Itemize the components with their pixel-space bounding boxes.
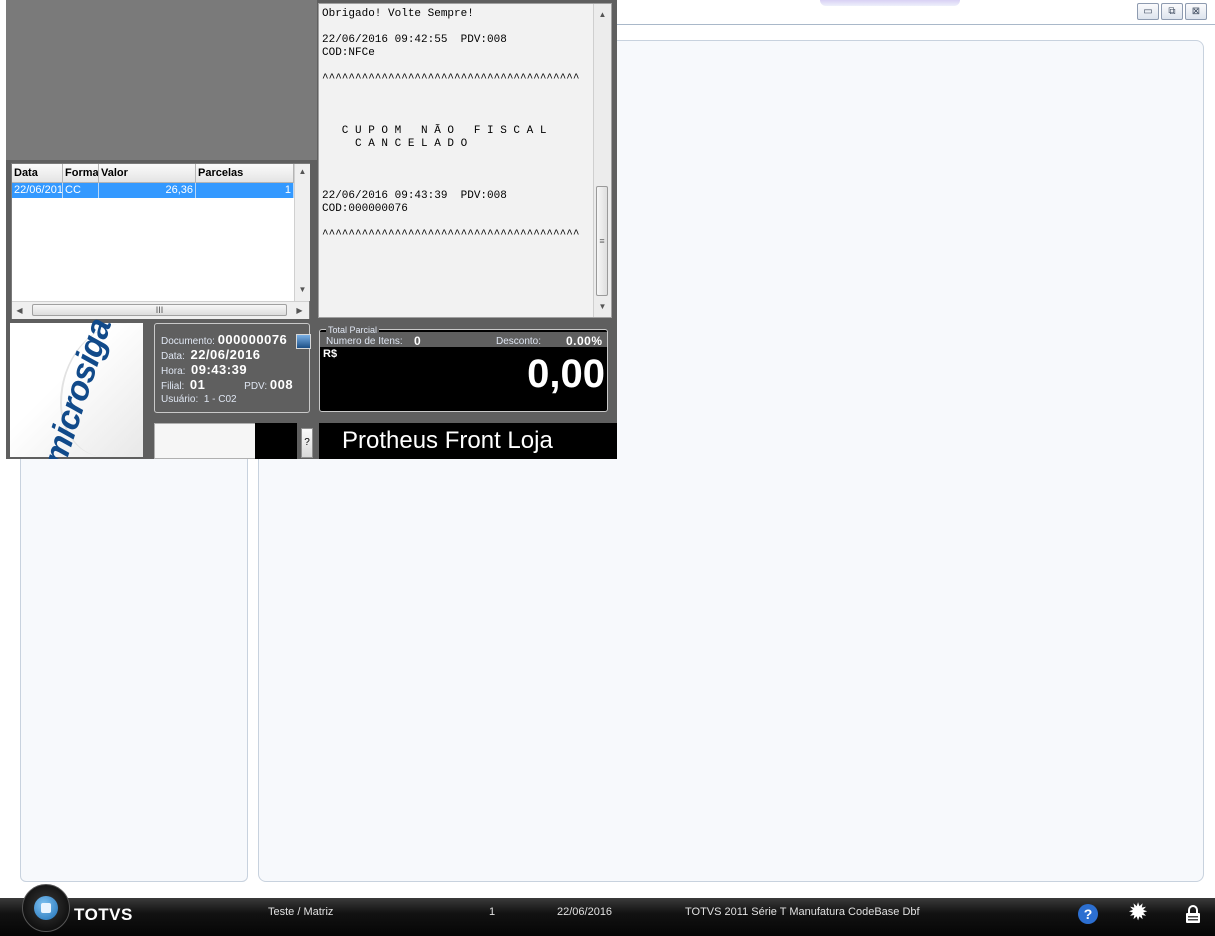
close-button[interactable]: ⊠ xyxy=(1185,3,1207,20)
cell-valor: 26,36 xyxy=(99,183,196,198)
receipt-viewer[interactable]: Obrigado! Volte Sempre! 22/06/2016 09:42… xyxy=(318,3,612,318)
brand-name: TOTVS xyxy=(74,905,133,924)
data-line: Data: 22/06/2016 xyxy=(161,347,261,362)
code-display xyxy=(255,423,297,459)
grid-vertical-scrollbar[interactable]: ▲ ▼ xyxy=(294,164,310,301)
column-valor[interactable]: Valor xyxy=(99,164,196,182)
itens-value: 0 xyxy=(414,334,422,348)
lock-icon[interactable] xyxy=(1185,904,1201,924)
pdv-value: 008 xyxy=(269,377,294,392)
documento-value: 000000076 xyxy=(217,332,288,347)
column-parcelas[interactable]: Parcelas xyxy=(196,164,294,182)
pdv-label: PDV: xyxy=(244,381,268,392)
payments-grid[interactable]: Data Forma Valor Parcelas 22/06/2016 CC … xyxy=(11,163,310,319)
header-divider xyxy=(617,24,1215,25)
scroll-down-icon[interactable]: ▼ xyxy=(295,282,310,297)
grid-header: Data Forma Valor Parcelas xyxy=(12,164,294,183)
desconto-label: Desconto: xyxy=(496,336,542,347)
help-button[interactable]: ? xyxy=(301,428,313,458)
product-label: TOTVS 2011 Série T Manufatura CodeBase D… xyxy=(685,906,920,918)
window-controls: ▭ ⧉ ⊠ xyxy=(1137,3,1207,20)
scroll-right-icon[interactable]: ▶ xyxy=(292,303,307,318)
table-row[interactable]: 22/06/2016 CC 26,36 1 xyxy=(12,183,294,198)
cell-data: 22/06/2016 xyxy=(14,183,63,198)
totvs-logo-icon[interactable] xyxy=(22,884,70,932)
taskbar: TOTVS Teste / Matriz 1 22/06/2016 TOTVS … xyxy=(0,884,1215,936)
grid-horizontal-scrollbar[interactable]: ◀ III ▶ xyxy=(12,301,309,319)
cell-parcelas: 1 xyxy=(196,183,294,198)
hora-value: 09:43:39 xyxy=(191,362,248,377)
data-label: Data: xyxy=(161,351,185,362)
documento-label: Documento: xyxy=(161,336,215,347)
scroll-thumb[interactable]: ≡ xyxy=(596,186,608,296)
date-label: 22/06/2016 xyxy=(557,906,613,918)
scroll-thumb[interactable]: III xyxy=(32,304,287,316)
help-icon[interactable]: ? xyxy=(1078,904,1098,924)
scroll-down-icon[interactable]: ▼ xyxy=(595,299,610,314)
front-loja-window: Data Forma Valor Parcelas 22/06/2016 CC … xyxy=(6,0,617,459)
hora-label: Hora: xyxy=(161,366,186,377)
hora-line: Hora: 09:43:39 xyxy=(161,362,247,377)
restore-button[interactable]: ⧉ xyxy=(1161,3,1183,20)
minimize-button[interactable]: ▭ xyxy=(1137,3,1159,20)
pdv-header-area xyxy=(6,0,317,160)
usuario-line: Usuário: 1 - C02 xyxy=(161,394,237,405)
app-title-bar: Protheus Front Loja xyxy=(319,423,617,459)
receipt-scrollbar[interactable]: ▲ ≡ ▼ xyxy=(593,4,611,317)
data-value: 22/06/2016 xyxy=(190,347,261,362)
receipt-text: Obrigado! Volte Sempre! 22/06/2016 09:42… xyxy=(322,8,580,241)
monitor-icon[interactable] xyxy=(296,334,311,349)
filial-value: 01 xyxy=(189,377,206,392)
documento-line: Documento: 000000076 xyxy=(161,332,287,347)
usuario-value: 1 - C02 xyxy=(203,394,237,405)
document-info-box: Documento: 000000076 Data: 22/06/2016 Ho… xyxy=(154,323,310,413)
totvs-emblem xyxy=(34,896,58,920)
filial-label: Filial: xyxy=(161,381,185,392)
usuario-label: Usuário: xyxy=(161,394,199,405)
total-parcial-box: Numero de Itens: 0 Desconto: 0.00% Total… xyxy=(319,325,608,412)
itens-label: Numero de Itens: xyxy=(326,336,403,347)
currency-label: R$ xyxy=(323,348,338,360)
scroll-left-icon[interactable]: ◀ xyxy=(12,303,27,318)
scroll-up-icon[interactable]: ▲ xyxy=(295,164,310,179)
cell-forma: CC xyxy=(63,183,99,198)
filial-line: Filial: 01 PDV: 008 xyxy=(161,377,293,392)
microsiga-logo: microsiga xyxy=(10,314,143,459)
app-title: Protheus Front Loja xyxy=(342,427,553,454)
scroll-up-icon[interactable]: ▲ xyxy=(595,7,610,22)
column-data[interactable]: Data xyxy=(12,164,63,182)
desconto-value: 0.00% xyxy=(566,334,603,348)
product-code-input[interactable] xyxy=(154,423,256,459)
module-label: 1 xyxy=(489,906,496,918)
total-value: 0,00 xyxy=(527,352,605,396)
company-label: Teste / Matriz xyxy=(268,906,334,918)
gear-icon[interactable]: ✹ xyxy=(1128,900,1148,926)
title-glow xyxy=(820,0,960,6)
total-legend: Total Parcial xyxy=(326,325,380,335)
column-forma[interactable]: Forma xyxy=(63,164,99,182)
